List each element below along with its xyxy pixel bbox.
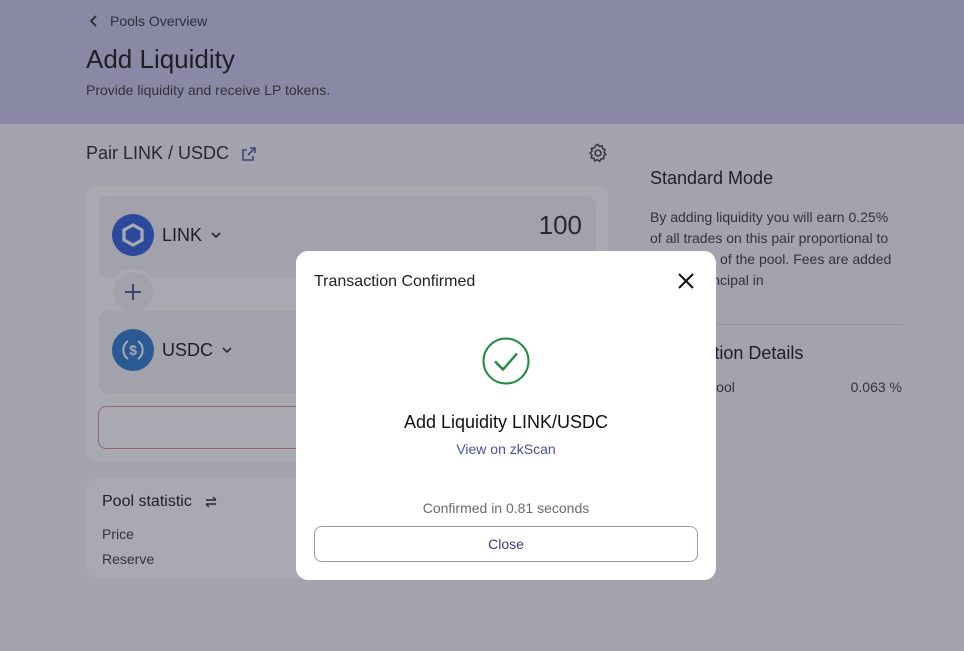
- check-circle-icon: [482, 337, 530, 385]
- confirmation-time: Confirmed in 0.81 seconds: [422, 500, 590, 516]
- modal-title: Transaction Confirmed: [314, 273, 476, 290]
- close-icon[interactable]: [677, 272, 695, 290]
- view-on-zkscan-link[interactable]: View on zkScan: [296, 441, 716, 457]
- transaction-confirmed-modal: Transaction Confirmed Add Liquidity LINK…: [296, 251, 716, 580]
- close-button[interactable]: Close: [314, 526, 698, 562]
- modal-heading: Add Liquidity LINK/USDC: [403, 412, 609, 432]
